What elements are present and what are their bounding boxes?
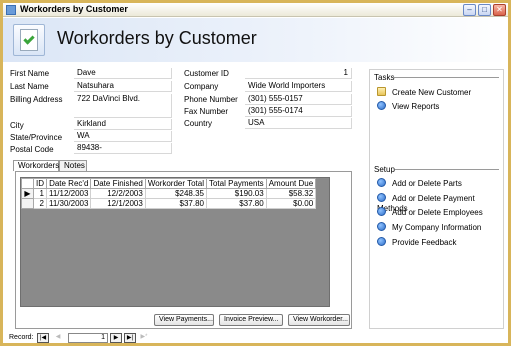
row-selector-header bbox=[21, 178, 34, 189]
arrow-circle-icon bbox=[377, 207, 386, 216]
first-name-field[interactable]: Dave bbox=[74, 68, 172, 79]
window-title: Workorders by Customer bbox=[20, 4, 128, 14]
phone-label: Phone Number bbox=[184, 95, 238, 104]
column-header[interactable]: ID bbox=[33, 178, 47, 189]
cell-amount-due[interactable]: $0.00 bbox=[265, 198, 317, 209]
fax-field[interactable]: (301) 555-0174 bbox=[245, 106, 352, 117]
close-button[interactable]: ✕ bbox=[493, 4, 506, 16]
view-workorder-button[interactable]: View Workorder... bbox=[288, 314, 350, 326]
add-delete-payment-methods-link[interactable]: Add or Delete Payment Methods bbox=[377, 193, 505, 213]
add-delete-employees-link[interactable]: Add or Delete Employees bbox=[377, 207, 483, 217]
company-field[interactable]: Wide World Importers bbox=[245, 81, 352, 92]
city-label: City bbox=[10, 121, 24, 130]
my-company-information-link[interactable]: My Company Information bbox=[377, 222, 481, 232]
billing-address-field[interactable]: 722 DaVinci Blvd. bbox=[74, 94, 172, 118]
table-row[interactable]: 2 11/30/2003 12/1/2003 $37.80 $37.80 $0.… bbox=[21, 198, 317, 209]
column-header[interactable]: Date Rec'd bbox=[45, 178, 92, 189]
view-reports-link[interactable]: View Reports bbox=[377, 101, 439, 111]
column-header[interactable]: Total Payments bbox=[205, 178, 267, 189]
cell-date-recd[interactable]: 11/12/2003 bbox=[45, 188, 92, 199]
minimize-button[interactable]: – bbox=[463, 4, 476, 16]
cell-date-finished[interactable]: 12/2/2003 bbox=[90, 188, 146, 199]
cell-amount-due[interactable]: $58.32 bbox=[265, 188, 317, 199]
previous-record-button[interactable]: ◀ bbox=[52, 333, 64, 343]
last-record-button[interactable]: ▶| bbox=[124, 333, 136, 343]
arrow-circle-icon bbox=[377, 193, 386, 202]
billing-address-label: Billing Address bbox=[10, 95, 63, 104]
view-payments-button[interactable]: View Payments... bbox=[154, 314, 214, 326]
table-row[interactable]: ▶ 1 11/12/2003 12/2/2003 $248.35 $190.03… bbox=[21, 188, 317, 199]
folder-icon bbox=[377, 87, 386, 96]
fax-label: Fax Number bbox=[184, 107, 229, 116]
state-label: State/Province bbox=[10, 133, 63, 142]
country-field[interactable]: USA bbox=[245, 118, 352, 129]
maximize-button[interactable]: □ bbox=[478, 4, 491, 16]
arrow-circle-icon bbox=[377, 178, 386, 187]
arrow-circle-icon bbox=[377, 237, 386, 246]
phone-field[interactable]: (301) 555-0157 bbox=[245, 94, 352, 105]
first-record-button[interactable]: |◀ bbox=[37, 333, 49, 343]
cell-date-recd[interactable]: 11/30/2003 bbox=[45, 198, 92, 209]
page-title: Workorders by Customer bbox=[57, 28, 257, 48]
sidebar-item-label: Add or Delete Employees bbox=[392, 208, 483, 217]
cell-total[interactable]: $248.35 bbox=[144, 188, 207, 199]
column-header[interactable]: Amount Due bbox=[265, 178, 317, 189]
country-label: Country bbox=[184, 119, 213, 128]
first-name-label: First Name bbox=[10, 69, 50, 78]
provide-feedback-link[interactable]: Provide Feedback bbox=[377, 237, 456, 247]
record-position-field[interactable]: 1 bbox=[68, 333, 108, 343]
next-record-button[interactable]: ▶ bbox=[110, 333, 122, 343]
setup-divider bbox=[395, 169, 499, 170]
cell-payments[interactable]: $37.80 bbox=[205, 198, 267, 209]
tasks-divider bbox=[393, 77, 499, 78]
arrow-circle-icon bbox=[377, 101, 386, 110]
sidebar-item-label: Add or Delete Parts bbox=[392, 179, 462, 188]
customer-id-label: Customer ID bbox=[184, 69, 229, 78]
state-field[interactable]: WA bbox=[74, 131, 172, 142]
app-window: Workorders by Customer – □ ✕ Workorders … bbox=[0, 0, 511, 346]
form-header: Workorders by Customer bbox=[3, 18, 508, 62]
new-record-button[interactable]: ▶* bbox=[138, 333, 150, 343]
workorders-table: ID Date Rec'd Date Finished Workorder To… bbox=[21, 178, 317, 209]
cell-id[interactable]: 1 bbox=[33, 188, 47, 199]
workorders-datasheet: ID Date Rec'd Date Finished Workorder To… bbox=[20, 177, 330, 307]
checklist-icon bbox=[13, 24, 45, 56]
form-icon bbox=[6, 5, 16, 15]
arrow-circle-icon bbox=[377, 222, 386, 231]
record-label: Record: bbox=[9, 334, 34, 341]
tab-notes[interactable]: Notes bbox=[59, 160, 87, 171]
add-delete-parts-link[interactable]: Add or Delete Parts bbox=[377, 178, 462, 188]
title-bar: Workorders by Customer – □ ✕ bbox=[3, 3, 508, 17]
customer-id-field: 1 bbox=[245, 68, 352, 79]
sidebar-item-label: Provide Feedback bbox=[392, 238, 457, 247]
last-name-field[interactable]: Natsuhara bbox=[74, 81, 172, 92]
cell-payments[interactable]: $190.03 bbox=[205, 188, 267, 199]
column-header[interactable]: Workorder Total bbox=[144, 178, 207, 189]
postal-code-field[interactable]: 89438- bbox=[74, 143, 172, 154]
tab-workorders[interactable]: Workorders bbox=[13, 160, 59, 171]
sidebar-item-label: My Company Information bbox=[392, 223, 482, 232]
current-record-arrow-icon[interactable]: ▶ bbox=[21, 188, 34, 199]
invoice-preview-button[interactable]: Invoice Preview... bbox=[219, 314, 283, 326]
postal-code-label: Postal Code bbox=[10, 145, 54, 154]
setup-heading: Setup bbox=[374, 165, 395, 174]
last-name-label: Last Name bbox=[10, 82, 49, 91]
column-header[interactable]: Date Finished bbox=[90, 178, 146, 189]
table-header-row: ID Date Rec'd Date Finished Workorder To… bbox=[21, 178, 317, 189]
sidebar-item-label: View Reports bbox=[392, 102, 440, 111]
row-selector[interactable] bbox=[21, 198, 34, 209]
cell-date-finished[interactable]: 12/1/2003 bbox=[90, 198, 146, 209]
city-field[interactable]: Kirkland bbox=[74, 119, 172, 130]
cell-total[interactable]: $37.80 bbox=[144, 198, 207, 209]
cell-id[interactable]: 2 bbox=[33, 198, 47, 209]
tasks-heading: Tasks bbox=[374, 73, 395, 82]
create-new-customer-link[interactable]: Create New Customer bbox=[377, 87, 471, 97]
sidebar-item-label: Create New Customer bbox=[392, 88, 472, 97]
company-label: Company bbox=[184, 82, 219, 91]
workorders-subform: ID Date Rec'd Date Finished Workorder To… bbox=[15, 171, 352, 329]
